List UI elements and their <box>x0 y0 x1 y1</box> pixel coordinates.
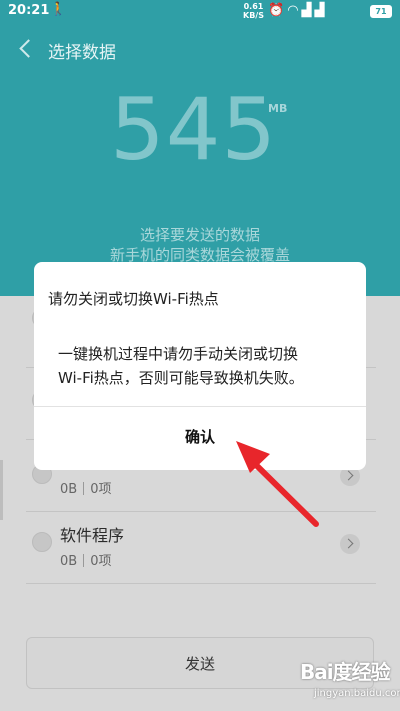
dialog-message: 一键换机过程中请勿手动关闭或切换 Wi-Fi热点，否则可能导致换机失败。 <box>58 342 358 390</box>
warning-dialog: 请勿关闭或切换Wi-Fi热点 一键换机过程中请勿手动关闭或切换 Wi-Fi热点，… <box>34 262 366 470</box>
scroll-edge <box>0 460 3 520</box>
watermark-url: jingyan.baidu.com <box>314 688 400 699</box>
list-item-meta: 0B 0项 <box>60 550 111 569</box>
baidu-jingyan-watermark: Bai度经验 jingyan.baidu.com <box>300 654 400 708</box>
list-item-count: 0项 <box>90 482 112 497</box>
alarm-icon: ⏰ <box>268 3 288 18</box>
watermark-logo: Bai度经验 <box>300 660 391 684</box>
walk-icon: 🚶 <box>50 2 67 17</box>
list-item-count: 0项 <box>90 554 112 569</box>
list-item-title: 软件程序 <box>60 526 125 545</box>
status-time: 20:21 <box>8 3 50 18</box>
dialog-message-line-1: 一键换机过程中请勿手动关闭或切换 <box>58 345 299 363</box>
radio-button[interactable] <box>32 532 52 552</box>
hint-line-1: 选择要发送的数据 <box>139 226 260 244</box>
back-arrow-icon[interactable] <box>16 36 36 60</box>
data-size-value: 545 <box>110 80 278 180</box>
list-item-size: 0B <box>60 482 78 497</box>
network-speed: 0.61 KB/S <box>243 2 264 20</box>
dialog-title: 请勿关闭或切换Wi-Fi热点 <box>48 290 219 308</box>
data-size-unit: MB <box>268 102 288 115</box>
status-bar: 20:21 🚶 0.61 KB/S ⏰◠▟▟ 71 <box>0 0 400 24</box>
network-speed-value: 0.61 <box>243 2 264 11</box>
list-item-meta: 0B 0项 <box>60 478 111 497</box>
dialog-message-line-2: Wi-Fi热点，否则可能导致换机失败。 <box>58 369 304 387</box>
list-item-size: 0B <box>60 554 78 569</box>
list-item[interactable]: 软件程序 0B 0项 <box>26 512 376 584</box>
chevron-right-icon[interactable] <box>340 534 360 554</box>
network-speed-unit: KB/S <box>243 11 264 20</box>
battery-icon: 71 <box>370 5 392 18</box>
signal-4g-icon: ▟ <box>301 3 315 18</box>
wifi-icon: ◠ <box>287 3 302 18</box>
confirm-button[interactable]: 确认 <box>34 407 366 470</box>
signal-3g-icon: ▟ <box>314 3 328 18</box>
header-panel: 20:21 🚶 0.61 KB/S ⏰◠▟▟ 71 选择数据 545 MB 选择… <box>0 0 400 296</box>
status-icons: ⏰◠▟▟ <box>268 3 328 18</box>
page-title: 选择数据 <box>48 43 116 63</box>
title-bar: 选择数据 <box>0 30 400 70</box>
